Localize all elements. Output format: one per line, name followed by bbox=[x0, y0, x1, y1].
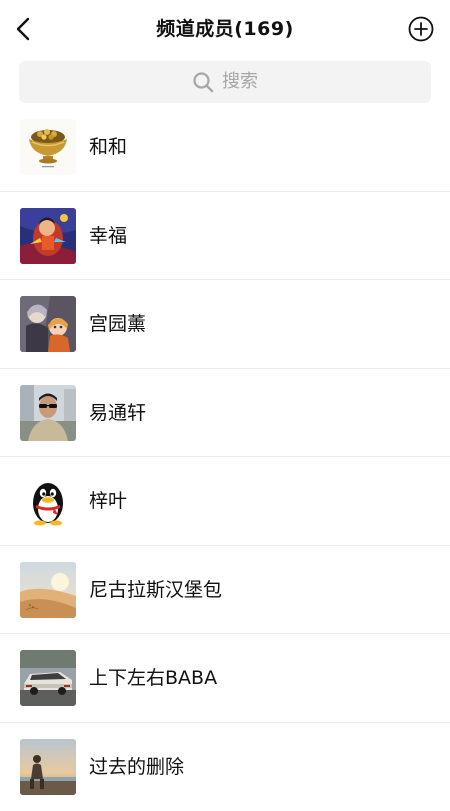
member-name: 易通轩 bbox=[89, 400, 146, 426]
member-row[interactable]: 过去的删除 bbox=[0, 723, 450, 811]
vintage-car-avatar bbox=[20, 650, 76, 706]
member-name: 和和 bbox=[89, 134, 127, 160]
member-row[interactable]: 宫园薰 bbox=[0, 280, 450, 369]
search-icon bbox=[192, 71, 214, 93]
page-title: 频道成员(169) bbox=[0, 16, 450, 42]
penguin-avatar bbox=[20, 473, 76, 529]
search-bar[interactable]: 搜索 bbox=[19, 61, 431, 103]
search-placeholder: 搜索 bbox=[222, 71, 258, 93]
add-member-button[interactable] bbox=[408, 16, 434, 42]
member-name: 尼古拉斯汉堡包 bbox=[89, 577, 222, 603]
anime-characters-avatar bbox=[20, 296, 76, 352]
person-sunset-avatar bbox=[20, 739, 76, 795]
member-row[interactable]: 梓叶 bbox=[0, 457, 450, 546]
member-row[interactable]: 幸福 bbox=[0, 192, 450, 281]
member-row[interactable]: 尼古拉斯汉堡包 bbox=[0, 546, 450, 635]
member-row[interactable]: 易通轩 bbox=[0, 369, 450, 458]
member-name: 梓叶 bbox=[89, 488, 127, 514]
cartoon-hero-avatar bbox=[20, 208, 76, 264]
man-sunglasses-avatar bbox=[20, 385, 76, 441]
member-name: 宫园薰 bbox=[89, 311, 146, 337]
member-name: 过去的删除 bbox=[89, 754, 184, 780]
member-row[interactable]: 和和 bbox=[0, 103, 450, 192]
desert-dunes-avatar bbox=[20, 562, 76, 618]
plus-circle-icon bbox=[408, 16, 434, 42]
member-name: 上下左右BABA bbox=[89, 665, 217, 691]
gold-bowl-avatar bbox=[20, 119, 76, 175]
member-row[interactable]: 上下左右BABA bbox=[0, 634, 450, 723]
member-list: 和和 幸福 bbox=[0, 103, 450, 811]
header-bar: 频道成员(169) bbox=[0, 0, 450, 58]
member-name: 幸福 bbox=[89, 223, 127, 249]
